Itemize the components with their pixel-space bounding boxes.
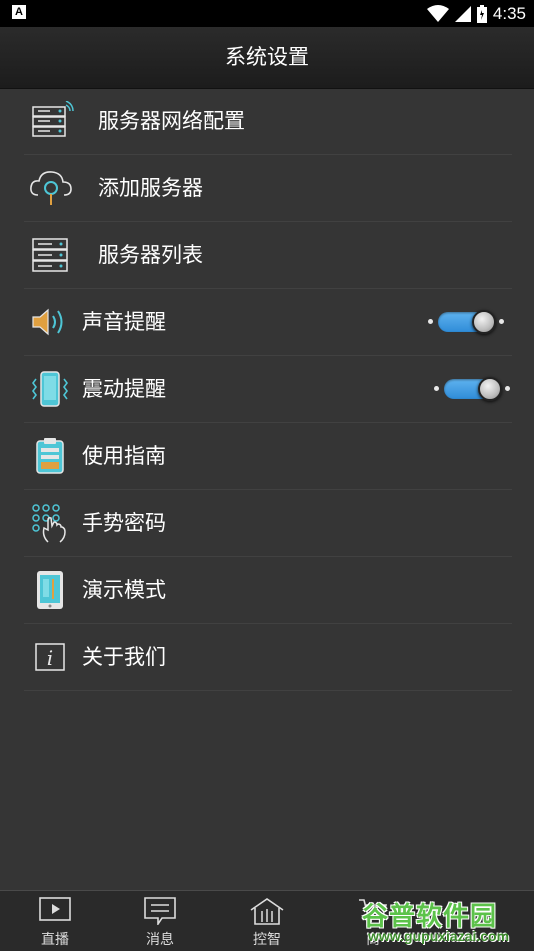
settings-item-label: 演示模式 [82, 578, 166, 602]
vibration-alert-toggle[interactable] [434, 377, 510, 401]
clock: 4:35 [492, 3, 526, 23]
tab-label: 消息 [146, 932, 174, 948]
speaker-icon [30, 289, 68, 355]
settings-item-server-network[interactable]: 服务器网络配置 [24, 88, 512, 155]
settings-item-add-server[interactable]: 添加服务器 [24, 155, 512, 222]
settings-item-label: 关于我们 [82, 645, 166, 669]
clipboard-guide-icon [32, 423, 68, 489]
server-list-icon [30, 222, 70, 288]
demo-tablet-icon [34, 557, 66, 623]
settings-item-label: 使用指南 [82, 444, 166, 468]
vibrate-phone-icon [28, 356, 72, 422]
settings-item-vibration-alert[interactable]: 震动提醒 [24, 356, 512, 423]
settings-item-gesture-password[interactable]: 手势密码 [24, 490, 512, 557]
tab-label: 直播 [41, 932, 69, 948]
toggle-dot [505, 386, 510, 391]
page-title: 系统设置 [225, 45, 309, 69]
settings-item-label: 手势密码 [82, 511, 166, 535]
settings-item-label: 服务器网络配置 [98, 109, 245, 133]
signal-icon [454, 5, 471, 22]
toggle-dot [428, 319, 433, 324]
cloud-search-icon [28, 155, 74, 221]
settings-item-sound-alert[interactable]: 声音提醒 [24, 289, 512, 356]
battery-icon [476, 4, 487, 23]
server-network-icon [30, 88, 74, 154]
toggle-dot [499, 319, 504, 324]
tab-label: 控智 [253, 932, 281, 948]
toggle-knob [472, 310, 496, 334]
watermark-url: www.gupuxiazai.com [368, 928, 510, 944]
settings-list: 服务器网络配置 添加服务器 服务器列表 声音提醒 震动提醒 使用指南 手势密码 … [24, 88, 512, 691]
settings-item-label: 震动提醒 [82, 377, 166, 401]
settings-item-label: 声音提醒 [82, 310, 166, 334]
home-control-icon [212, 897, 322, 925]
settings-item-label: 添加服务器 [98, 176, 203, 200]
play-icon [0, 897, 110, 925]
title-bar: 系统设置 [0, 27, 534, 89]
gesture-password-icon [30, 490, 72, 556]
svg-text:i: i [47, 646, 53, 670]
status-bar: A 4:35 [0, 0, 534, 27]
toggle-dot [434, 386, 439, 391]
sound-alert-toggle[interactable] [428, 310, 504, 334]
watermark: 谷普软件园 www.gupuxiazai.com [362, 896, 530, 948]
tab-messages[interactable]: 消息 [105, 891, 215, 951]
settings-item-user-guide[interactable]: 使用指南 [24, 423, 512, 490]
tab-smart-control[interactable]: 控智 [212, 891, 322, 951]
settings-item-server-list[interactable]: 服务器列表 [24, 222, 512, 289]
settings-item-about-us[interactable]: i 关于我们 [24, 624, 512, 691]
notification-icon: A [12, 5, 26, 19]
message-icon [105, 897, 215, 925]
wifi-icon [426, 4, 449, 22]
toggle-knob [478, 377, 502, 401]
settings-item-demo-mode[interactable]: 演示模式 [24, 557, 512, 624]
info-icon: i [34, 624, 66, 690]
tab-live[interactable]: 直播 [0, 891, 110, 951]
settings-item-label: 服务器列表 [98, 243, 203, 267]
